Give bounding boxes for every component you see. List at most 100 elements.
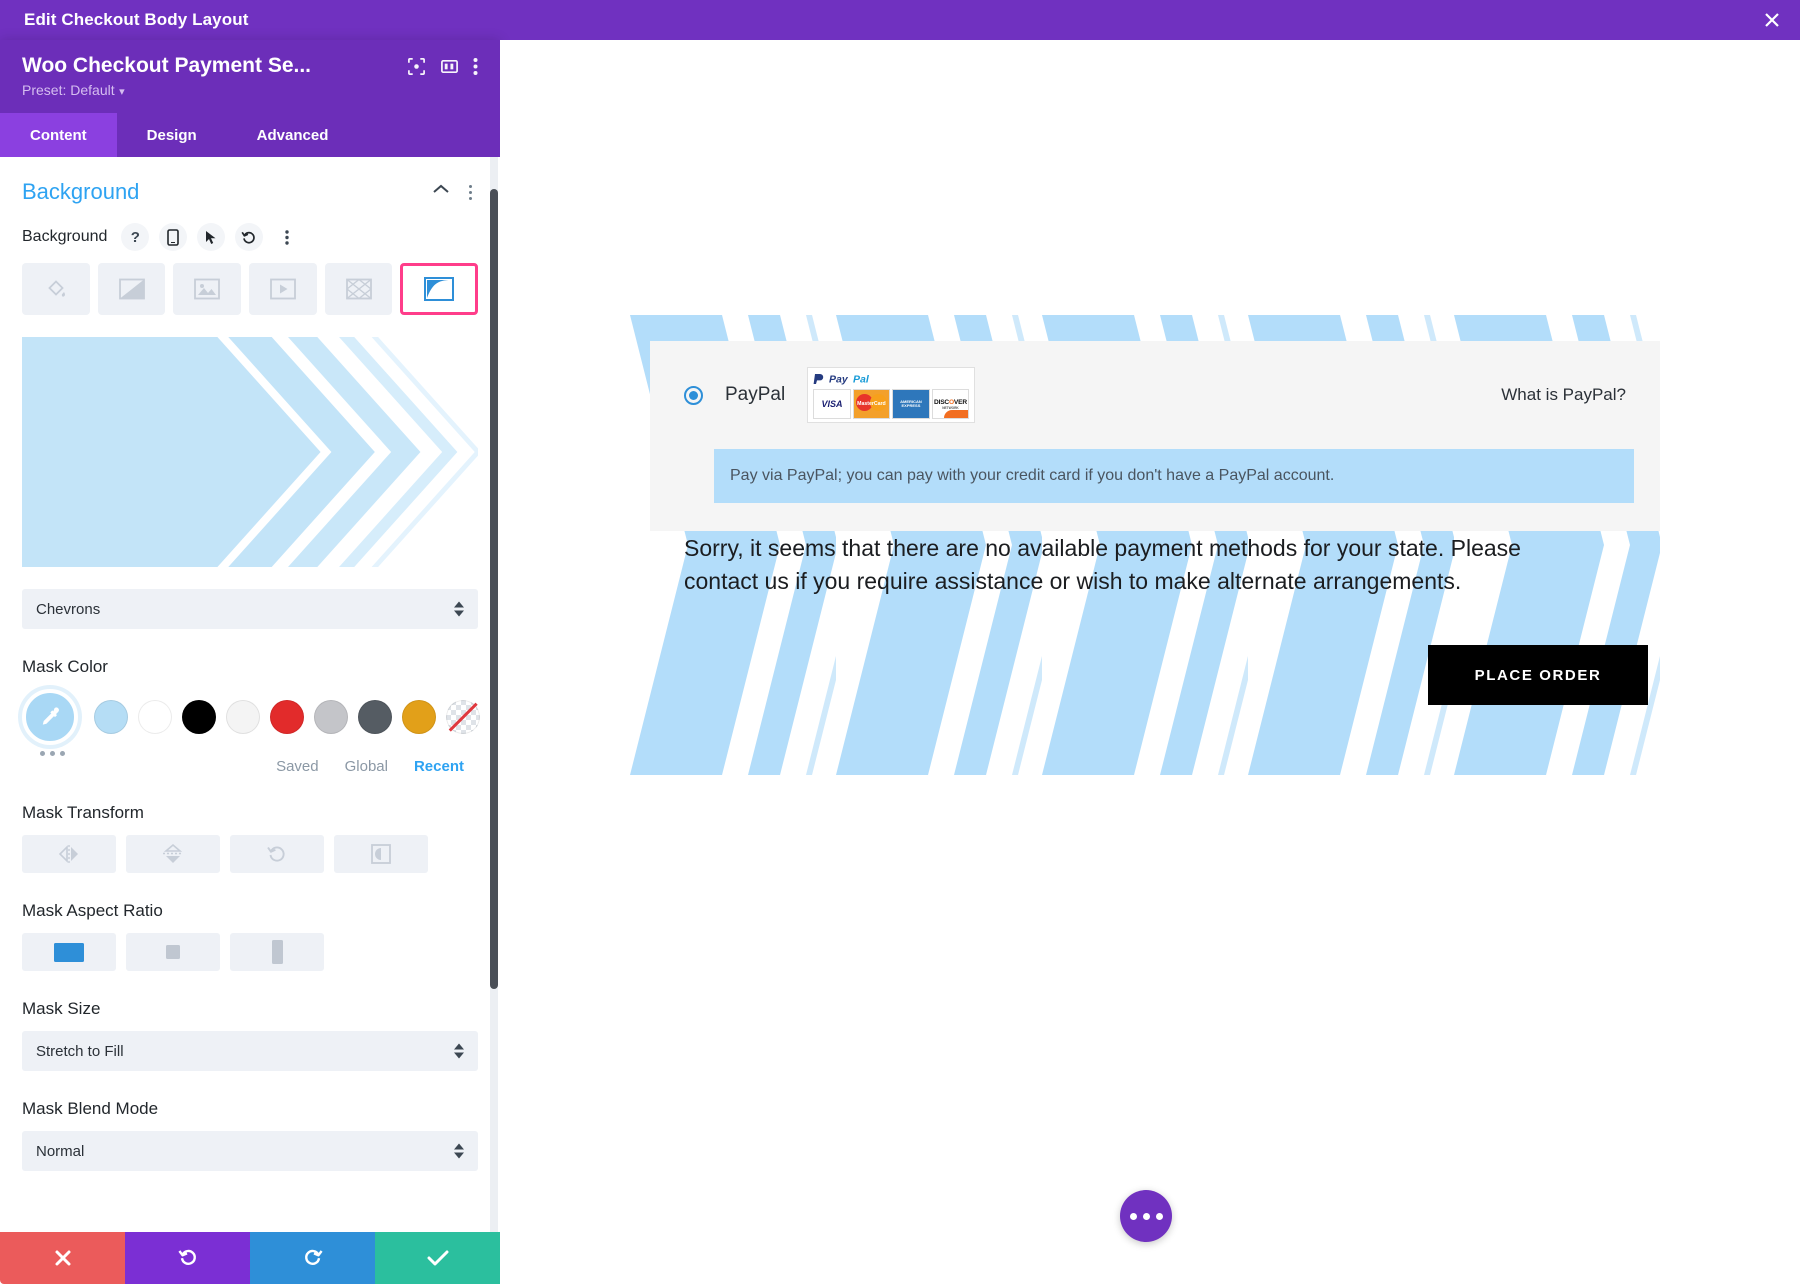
save-button[interactable] <box>375 1232 500 1284</box>
paypal-note: Pay via PayPal; you can pay with your cr… <box>714 449 1634 503</box>
settings-fab-button[interactable] <box>1120 1190 1172 1242</box>
swatch-off-white[interactable] <box>226 700 260 734</box>
mask-blend-select-wrapper[interactable]: Normal <box>22 1131 478 1171</box>
color-source-tabs: Saved Global Recent <box>0 756 500 775</box>
hover-cursor-icon[interactable] <box>197 223 225 251</box>
mask-color-label: Mask Color <box>0 629 500 689</box>
cancel-button[interactable] <box>0 1232 125 1284</box>
place-order-button[interactable]: PLACE ORDER <box>1428 645 1648 705</box>
background-type-mask[interactable] <box>400 263 478 315</box>
what-is-paypal-link[interactable]: What is PayPal? <box>1501 385 1626 405</box>
mastercard-logo: MasterCard <box>853 389 891 419</box>
mask-size-select-wrapper[interactable]: Stretch to Fill <box>22 1031 478 1071</box>
swatch-transparent[interactable] <box>446 700 480 734</box>
background-field-label: Background <box>22 228 107 246</box>
section-title: Background <box>22 179 432 205</box>
tab-design[interactable]: Design <box>117 113 227 157</box>
mask-size-select[interactable]: Stretch to Fill <box>22 1031 478 1071</box>
mask-style-select-wrapper[interactable]: Chevrons <box>22 589 478 629</box>
swatch-light-blue[interactable] <box>94 700 128 734</box>
window-title: Edit Checkout Body Layout <box>0 10 248 30</box>
amex-logo: AMERICANEXPRESS <box>892 389 930 419</box>
undo-button[interactable] <box>125 1232 250 1284</box>
card-logo-strip: VISA MasterCard AMERICANEXPRESS DISCOVER… <box>813 389 969 419</box>
chevron-up-icon[interactable] <box>432 183 450 201</box>
mask-aspect-ratio-label: Mask Aspect Ratio <box>0 873 500 933</box>
mask-blend-select[interactable]: Normal <box>22 1131 478 1171</box>
settings-panel: Woo Checkout Payment Se... <box>0 40 500 1284</box>
preset-row[interactable]: Preset: Default ▾ <box>0 78 500 113</box>
background-type-pattern[interactable] <box>325 263 393 315</box>
mask-transform-label: Mask Transform <box>0 775 500 835</box>
background-section-header[interactable]: Background <box>0 157 500 215</box>
module-menu-icon[interactable] <box>473 57 478 76</box>
panel-scroll-area[interactable]: Background Background ? <box>0 157 500 1284</box>
color-tab-global[interactable]: Global <box>345 758 388 775</box>
swatch-white[interactable] <box>138 700 172 734</box>
svg-text:Pal: Pal <box>853 374 870 386</box>
background-type-selector <box>0 261 500 315</box>
panel-action-bar <box>0 1232 500 1284</box>
color-picker-eyedropper-button[interactable] <box>22 689 78 745</box>
swatch-gray-light[interactable] <box>314 700 348 734</box>
chevrons-mask-preview <box>22 337 478 567</box>
swatch-red[interactable] <box>270 700 304 734</box>
responsive-phone-icon[interactable] <box>159 223 187 251</box>
panel-tabs: Content Design Advanced <box>0 113 500 157</box>
target-icon[interactable] <box>407 57 426 76</box>
panel-header: Woo Checkout Payment Se... <box>0 40 500 157</box>
background-field-menu-icon[interactable] <box>273 223 301 251</box>
mask-color-swatches <box>0 689 500 745</box>
aspect-landscape-button[interactable] <box>22 933 116 971</box>
flip-vertical-icon[interactable] <box>126 835 220 873</box>
paypal-label: PayPal <box>725 384 785 406</box>
chevron-down-icon: ▾ <box>119 86 125 98</box>
module-name: Woo Checkout Payment Se... <box>22 54 393 78</box>
help-icon[interactable]: ? <box>121 223 149 251</box>
color-tab-saved[interactable]: Saved <box>276 758 319 775</box>
no-payment-methods-notice: Sorry, it seems that there are no availa… <box>684 532 1544 599</box>
close-icon[interactable] <box>1744 0 1800 40</box>
invert-icon[interactable] <box>334 835 428 873</box>
radio-selected-dot <box>689 391 698 400</box>
rotate-icon[interactable] <box>230 835 324 873</box>
tab-content[interactable]: Content <box>0 113 117 157</box>
payment-method-row: PayPal Pay Pal VISA <box>650 341 1660 423</box>
background-type-gradient[interactable] <box>98 263 166 315</box>
discover-logo: DISCOVER NETWORK <box>932 389 970 419</box>
swatch-black[interactable] <box>182 700 216 734</box>
mask-blend-mode-label: Mask Blend Mode <box>0 1071 500 1131</box>
redo-button[interactable] <box>250 1232 375 1284</box>
swatch-amber[interactable] <box>402 700 436 734</box>
aspect-square-button[interactable] <box>126 933 220 971</box>
background-type-video[interactable] <box>249 263 317 315</box>
swatch-slate[interactable] <box>358 700 392 734</box>
paypal-wordmark: Pay Pal <box>813 371 969 387</box>
more-colors-icon[interactable] <box>0 745 500 756</box>
preset-label[interactable]: Preset: Default <box>22 82 115 98</box>
background-field-label-row: Background ? <box>0 215 500 261</box>
section-menu-icon[interactable] <box>462 185 478 200</box>
layout-columns-icon[interactable] <box>440 57 459 76</box>
visa-logo: VISA <box>813 389 851 419</box>
payment-method-card: PayPal Pay Pal VISA <box>650 341 1660 531</box>
module-title-row: Woo Checkout Payment Se... <box>0 54 500 78</box>
mask-size-label: Mask Size <box>0 971 500 1031</box>
background-type-color[interactable] <box>22 263 90 315</box>
tab-advanced[interactable]: Advanced <box>227 113 359 157</box>
flip-horizontal-icon[interactable] <box>22 835 116 873</box>
paypal-radio[interactable] <box>684 386 703 405</box>
accepted-cards-image: Pay Pal VISA MasterCard AMERICANEXPRESS <box>807 367 975 423</box>
svg-text:Pay: Pay <box>829 374 849 386</box>
panel-scrollbar-thumb[interactable] <box>490 189 498 989</box>
mask-style-select[interactable]: Chevrons <box>22 589 478 629</box>
mask-transform-buttons <box>0 835 500 873</box>
mask-aspect-ratio-buttons <box>0 933 500 971</box>
window-title-bar: Edit Checkout Body Layout <box>0 0 1800 40</box>
aspect-portrait-button[interactable] <box>230 933 324 971</box>
reset-icon[interactable] <box>235 223 263 251</box>
preview-canvas: PayPal Pay Pal VISA <box>500 40 1800 1284</box>
background-type-image[interactable] <box>173 263 241 315</box>
checkout-section: PayPal Pay Pal VISA <box>630 315 1660 775</box>
color-tab-recent[interactable]: Recent <box>414 758 464 775</box>
